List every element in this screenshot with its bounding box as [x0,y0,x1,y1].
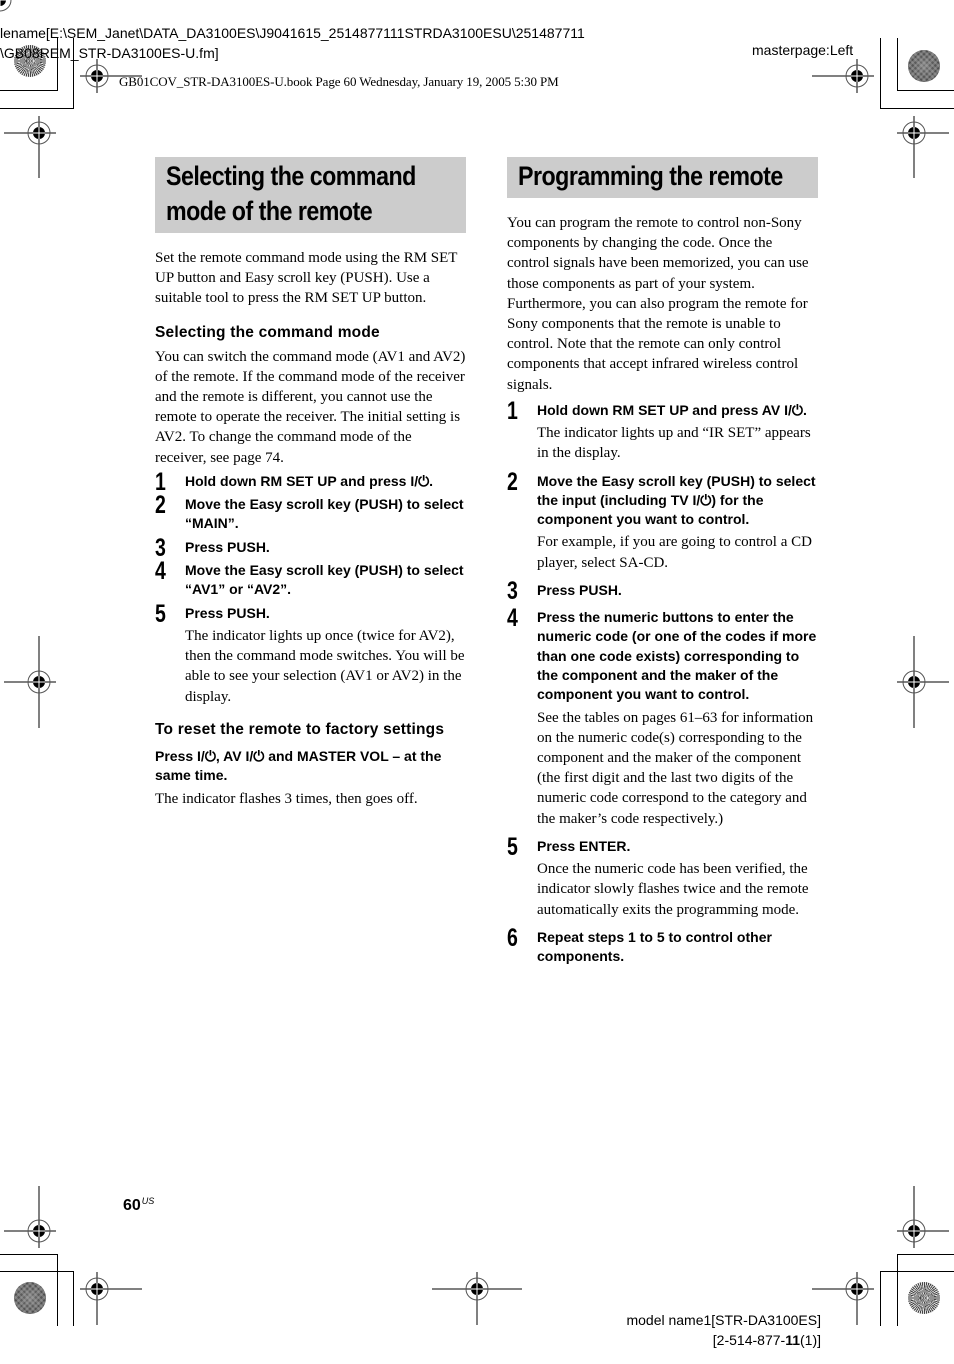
step-description: For example, if you are going to control… [537,534,812,571]
crosshair-icon [0,0,12,12]
intro-paragraph: Set the remote command mode using the RM… [155,250,458,307]
crosshair-icon [4,1186,56,1248]
step-number: 1 [507,396,518,425]
step-title: Press PUSH. [185,538,270,555]
crosshair-icon [897,116,949,178]
subheading-command-mode: Selecting the command mode [155,323,380,341]
masterpage-label: masterpage:Left [752,42,854,58]
step-number: 2 [507,467,518,496]
step-title: Move the Easy scroll key (PUSH) to selec… [185,496,464,532]
step-title: Repeat steps 1 to 5 to control other com… [537,928,772,965]
step-title: Press the numeric buttons to enter the n… [537,609,817,703]
step-item: 5 Press PUSH. The indicator lights up on… [155,600,466,707]
part-number-suffix: (1)] [800,1332,821,1348]
step-description: The indicator lights up and “IR SET” app… [537,425,811,462]
crosshair-icon [812,1272,874,1325]
left-column: Selecting the command mode of the remote… [155,157,466,809]
step-item: 6 Repeat steps 1 to 5 to control other c… [507,924,818,967]
step-item: 3 Press PUSH. [507,577,818,605]
factory-reset-instruction: Press I/⏻, AV I/⏻ and MASTER VOL – at th… [155,747,442,784]
step-title: Press PUSH. [537,581,622,598]
right-column: Programming the remote You can program t… [507,157,818,966]
step-number: 4 [507,604,518,633]
step-item: 4 Move the Easy scroll key (PUSH) to sel… [155,557,466,600]
step-title: Hold down RM SET UP and press AV I/⏻. [537,401,807,418]
step-item: 2 Move the Easy scroll key (PUSH) to sel… [507,468,818,573]
section-title-programming: Programming the remote [507,157,818,198]
step-title: Press ENTER. [537,837,631,854]
crosshair-icon [80,1272,142,1325]
crosshair-icon [897,1186,949,1248]
step-number: 2 [155,491,166,520]
command-mode-steps: 1 Hold down RM SET UP and press I/⏻. 2 M… [155,468,466,707]
step-number: 3 [507,576,518,605]
step-item: 1 Hold down RM SET UP and press AV I/⏻. … [507,397,818,464]
step-item: 2 Move the Easy scroll key (PUSH) to sel… [155,491,466,534]
step-title: Move the Easy scroll key (PUSH) to selec… [185,562,464,598]
crosshair-icon [432,1272,522,1325]
command-mode-paragraph: You can switch the command mode (AV1 and… [155,348,466,466]
model-name: model name1[STR-DA3100ES] [626,1312,821,1328]
page-number: 60US [123,1196,154,1215]
part-number-revision: 11 [785,1332,800,1348]
step-item: 1 Hold down RM SET UP and press I/⏻. [155,468,466,496]
step-title: Press PUSH. [185,604,270,621]
subheading-factory-reset: To reset the remote to factory settings [155,720,445,738]
page-number-value: 60 [123,1197,141,1214]
step-item: 3 Press PUSH. [155,534,466,562]
section-title-line-1: Selecting the command [166,161,416,191]
crosshair-icon [4,636,56,728]
part-number-prefix: [2-514-877- [712,1332,786,1348]
programming-steps: 1 Hold down RM SET UP and press AV I/⏻. … [507,397,818,967]
crosshair-icon [812,59,874,93]
intro-paragraph-2: Furthermore, you can also program the re… [507,295,808,393]
filename-line-1: lename[E:\SEM_Janet\DATA_DA3100ES\J90416… [0,25,585,41]
step-description: The indicator lights up once (twice for … [185,627,465,705]
step-description: Once the numeric code has been verified,… [537,861,809,918]
crosshair-icon [4,116,56,178]
part-number: [2-514-877-11(1)] [713,1330,821,1350]
step-description: See the tables on pages 61–63 for inform… [537,709,814,827]
step-title: Hold down RM SET UP and press I/⏻. [185,472,434,489]
step-number: 5 [155,599,166,628]
crosshair-icon [897,636,949,728]
step-item: 4 Press the numeric buttons to enter the… [507,604,818,829]
section-title: Programming the remote [518,161,783,191]
page-number-suffix: US [141,1196,155,1206]
step-number: 5 [507,832,518,861]
section-title-line-2: mode of the remote [166,196,373,226]
step-number: 4 [155,557,166,586]
filename-line-2: \GB08REM_STR-DA3100ES-U.fm] [0,45,219,61]
book-info: GB01COV_STR-DA3100ES-U.book Page 60 Wedn… [119,74,559,89]
step-number: 6 [507,923,518,952]
intro-paragraph-1: You can program the remote to control no… [507,215,809,292]
step-item: 5 Press ENTER. Once the numeric code has… [507,833,818,920]
section-title-command-mode: Selecting the command mode of the remote [155,157,466,233]
step-title: Move the Easy scroll key (PUSH) to selec… [537,472,816,528]
factory-reset-note: The indicator flashes 3 times, then goes… [155,790,418,807]
